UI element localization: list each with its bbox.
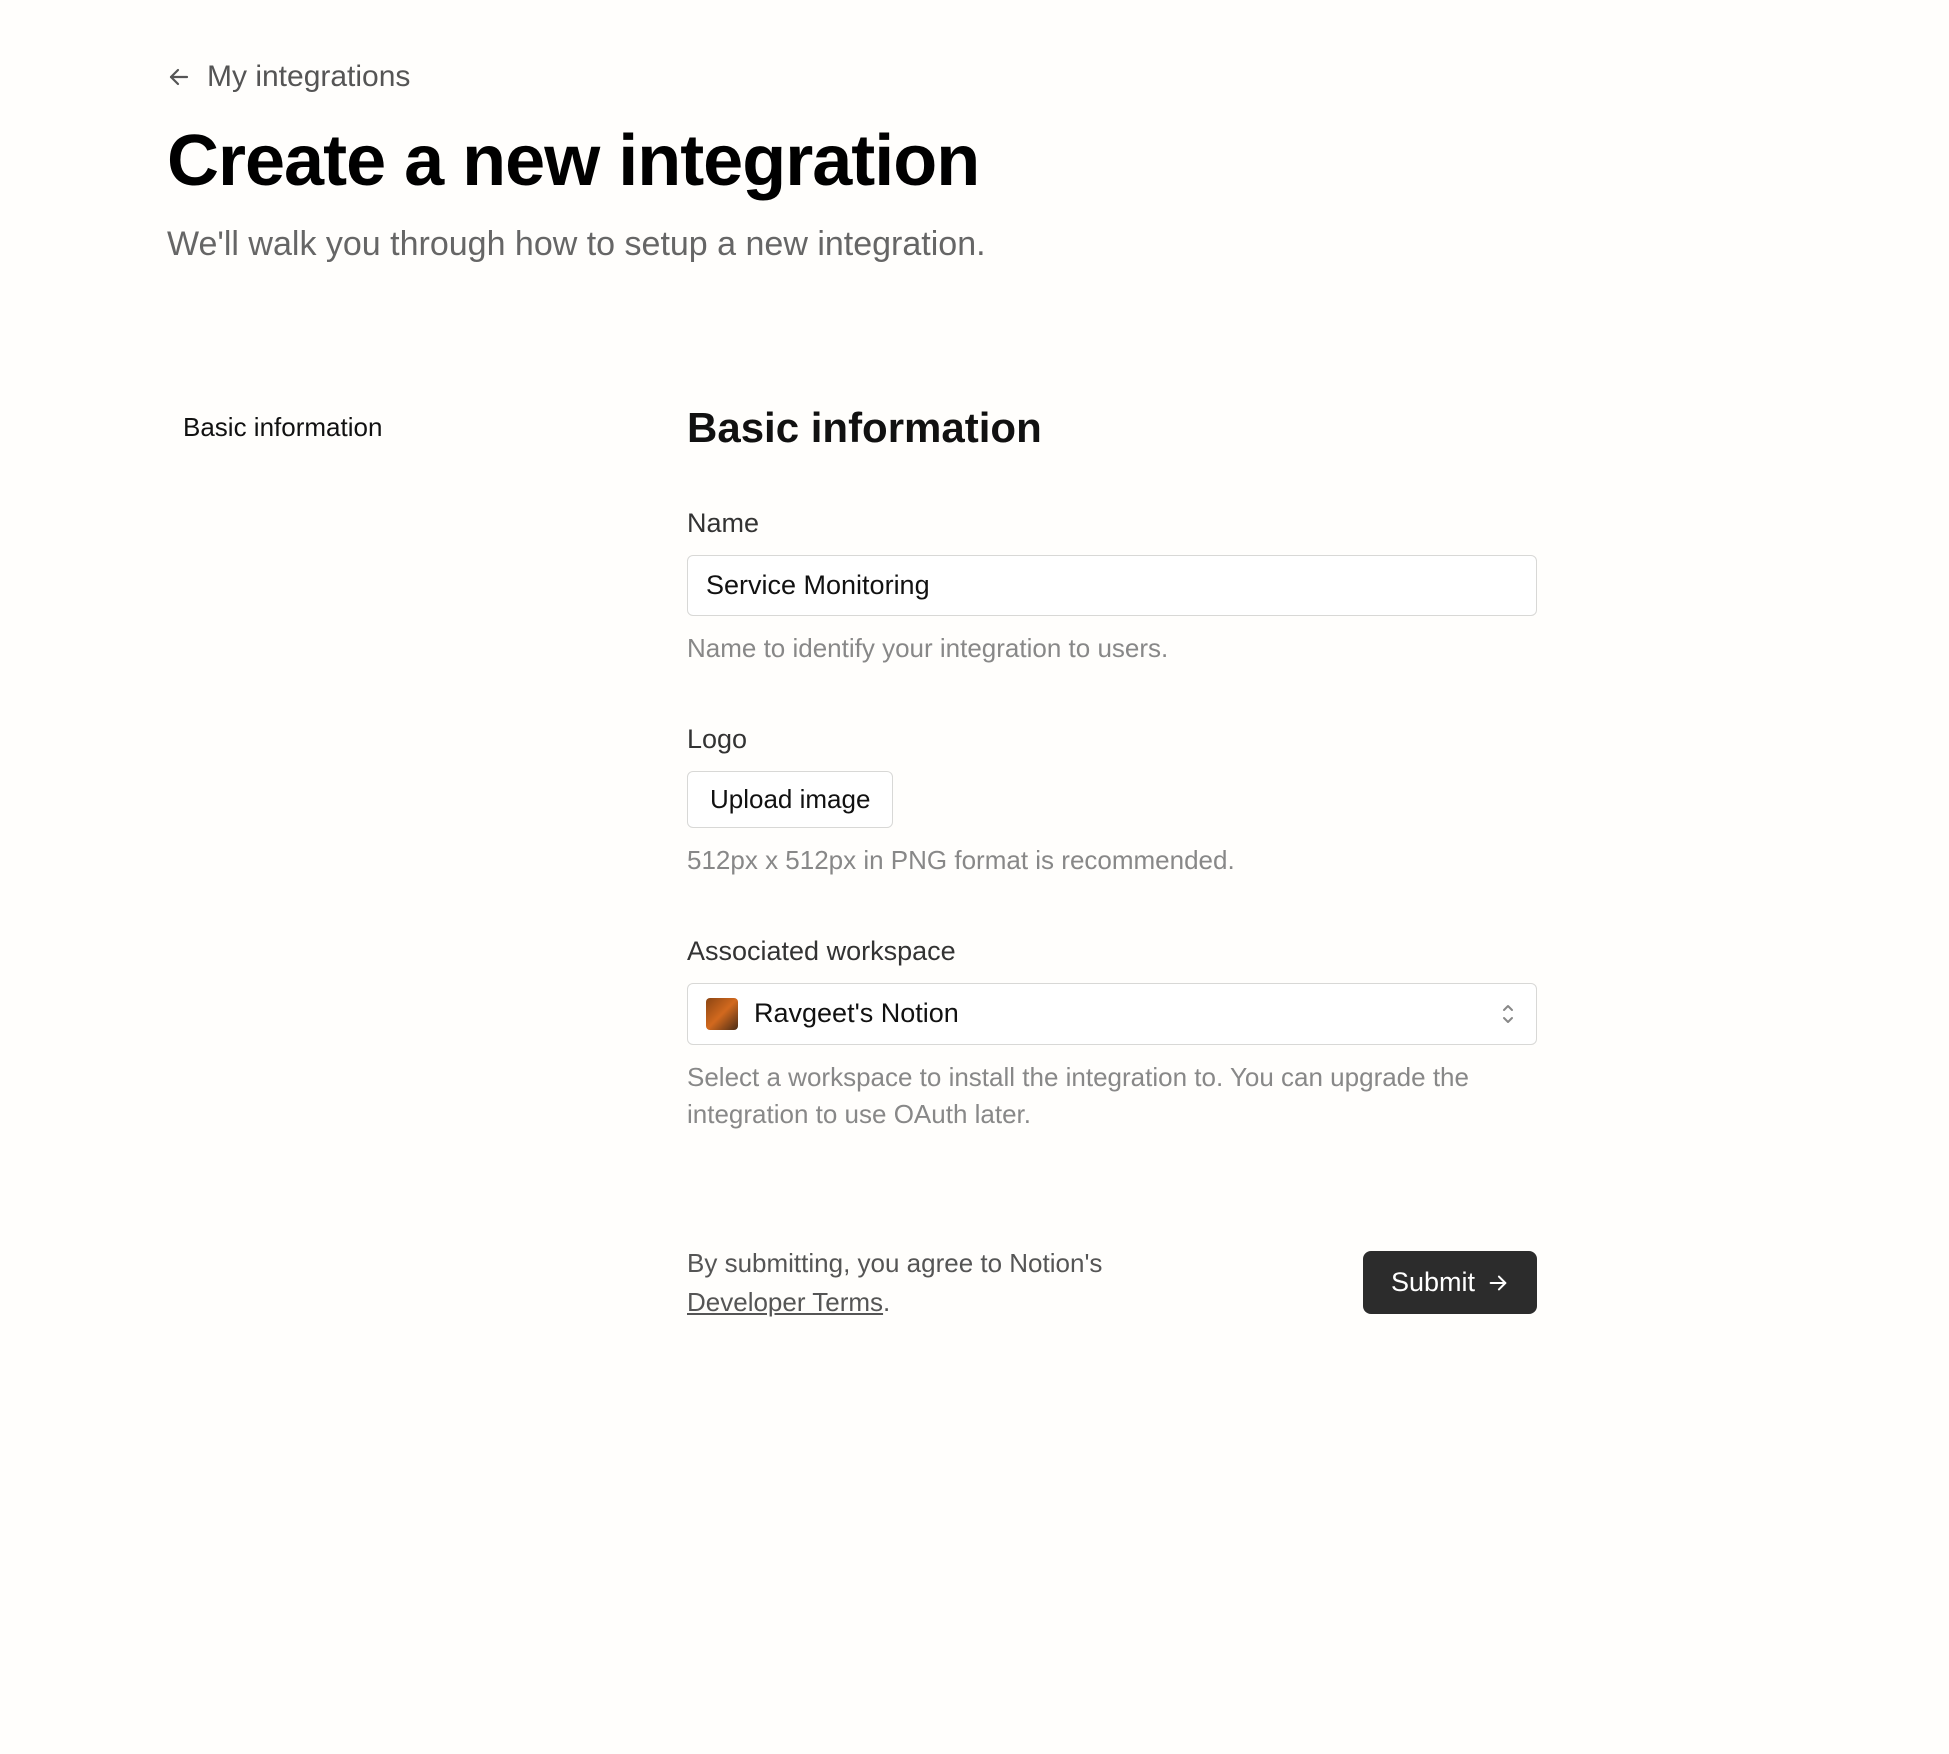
workspace-selected-label: Ravgeet's Notion bbox=[754, 998, 959, 1029]
logo-label: Logo bbox=[687, 724, 1537, 755]
logo-field: Logo Upload image 512px x 512px in PNG f… bbox=[687, 724, 1537, 880]
name-help: Name to identify your integration to use… bbox=[687, 630, 1537, 668]
arrow-left-icon bbox=[167, 65, 191, 89]
developer-terms-link[interactable]: Developer Terms bbox=[687, 1287, 883, 1317]
page-title: Create a new integration bbox=[167, 122, 1782, 201]
name-label: Name bbox=[687, 508, 1537, 539]
upload-image-button[interactable]: Upload image bbox=[687, 771, 893, 828]
main-form: Basic information Name Name to identify … bbox=[687, 404, 1537, 1322]
consent-text: By submitting, you agree to Notion's Dev… bbox=[687, 1244, 1187, 1322]
logo-help: 512px x 512px in PNG format is recommend… bbox=[687, 842, 1537, 880]
sidebar-item-basic-information[interactable]: Basic information bbox=[183, 404, 627, 451]
workspace-field: Associated workspace Ravgeet's Notion Se… bbox=[687, 936, 1537, 1134]
back-link-label: My integrations bbox=[207, 60, 410, 94]
name-field: Name Name to identify your integration t… bbox=[687, 508, 1537, 668]
page-subtitle: We'll walk you through how to setup a ne… bbox=[167, 225, 1782, 264]
arrow-right-icon bbox=[1487, 1272, 1509, 1294]
workspace-help: Select a workspace to install the integr… bbox=[687, 1059, 1537, 1134]
section-title: Basic information bbox=[687, 404, 1537, 452]
workspace-label: Associated workspace bbox=[687, 936, 1537, 967]
workspace-avatar-icon bbox=[706, 998, 738, 1030]
sidebar: Basic information bbox=[167, 404, 627, 1322]
form-footer: By submitting, you agree to Notion's Dev… bbox=[687, 1244, 1537, 1322]
consent-prefix: By submitting, you agree to Notion's bbox=[687, 1248, 1102, 1278]
back-link[interactable]: My integrations bbox=[167, 60, 410, 94]
submit-label: Submit bbox=[1391, 1267, 1475, 1298]
name-input[interactable] bbox=[687, 555, 1537, 616]
workspace-select[interactable]: Ravgeet's Notion bbox=[687, 983, 1537, 1045]
consent-suffix: . bbox=[883, 1287, 890, 1317]
submit-button[interactable]: Submit bbox=[1363, 1251, 1537, 1314]
